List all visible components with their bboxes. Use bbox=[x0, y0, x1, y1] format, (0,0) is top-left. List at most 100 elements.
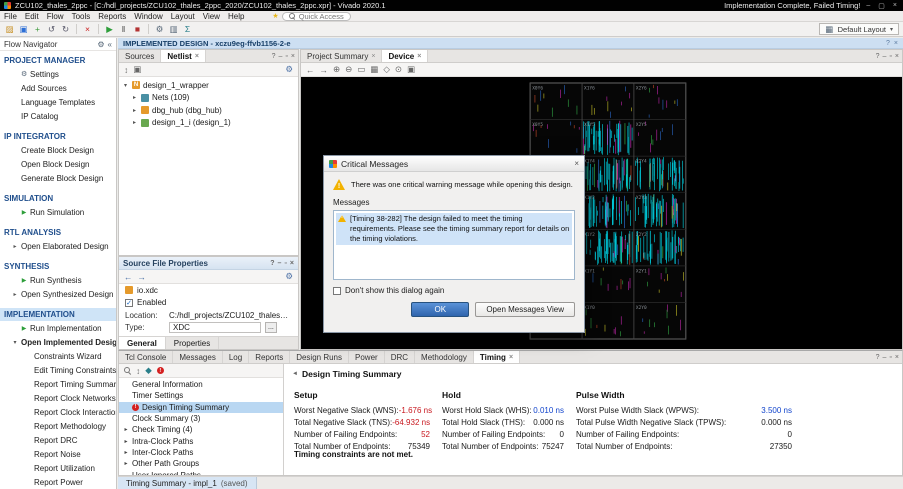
minimize-window-button[interactable]: – bbox=[864, 2, 872, 9]
timing-tree-item-clock-summary-3[interactable]: Clock Summary (3) bbox=[119, 413, 283, 424]
tab-power[interactable]: Power bbox=[349, 351, 385, 363]
flow-item-add-sources[interactable]: Add Sources bbox=[0, 81, 116, 95]
enabled-checkbox[interactable]: ✓ bbox=[125, 299, 133, 307]
close-dialog-icon[interactable]: × bbox=[574, 159, 579, 168]
collapse-pane-icon[interactable]: ◄ bbox=[292, 371, 298, 377]
menu-item-file[interactable]: File bbox=[0, 11, 21, 22]
flow-item-report-clock-interaction[interactable]: Report Clock Interaction bbox=[0, 405, 116, 419]
timing-tree-item-general-information[interactable]: General Information bbox=[119, 379, 283, 390]
float-panel-icon[interactable]: ▫ bbox=[284, 260, 286, 267]
run-icon[interactable]: ▶ bbox=[104, 24, 115, 35]
flow-item-report-power[interactable]: Report Power bbox=[0, 475, 116, 489]
timing-tree-item-user-ignored-paths[interactable]: User Ignored Paths bbox=[119, 469, 283, 475]
flow-section-header-implementation[interactable]: IMPLEMENTATION bbox=[0, 308, 116, 321]
gear-icon[interactable]: ⚙ bbox=[97, 40, 104, 49]
flow-item-report-clock-networks[interactable]: Report Clock Networks bbox=[0, 391, 116, 405]
chevron-right-icon[interactable]: ▸ bbox=[123, 438, 129, 445]
flow-item-run-implementation[interactable]: ▶Run Implementation bbox=[0, 321, 116, 335]
save-icon[interactable]: ▣ bbox=[18, 24, 29, 35]
zoom-in-icon[interactable]: ⊕ bbox=[333, 64, 340, 75]
gear-icon[interactable]: ⚙ bbox=[285, 64, 293, 75]
chevron-down-icon[interactable]: ▾ bbox=[122, 82, 129, 89]
search-icon[interactable] bbox=[124, 367, 131, 374]
back-icon[interactable]: ← bbox=[124, 272, 133, 282]
flow-item-report-noise[interactable]: Report Noise bbox=[0, 447, 116, 461]
type-browse-button[interactable]: ... bbox=[265, 322, 277, 333]
help-icon[interactable]: ? bbox=[876, 354, 880, 361]
gear-icon[interactable]: ⚙ bbox=[285, 271, 293, 282]
tab-timing[interactable]: Timing× bbox=[474, 351, 520, 363]
flow-section-header-project-manager[interactable]: PROJECT MANAGER bbox=[0, 54, 116, 67]
timing-stat-value[interactable]: 0.010 ns bbox=[533, 406, 576, 415]
quick-access-search[interactable]: Quick Access bbox=[282, 12, 351, 21]
routing-icon[interactable]: ▣ bbox=[407, 64, 415, 75]
close-panel-icon[interactable]: × bbox=[895, 354, 899, 361]
tab-device[interactable]: Device× bbox=[382, 50, 428, 62]
tree-item-design-1-i-design-1[interactable]: ▸design_1_i (design_1) bbox=[119, 117, 298, 130]
expand-collapse-icon[interactable]: ↕ bbox=[124, 65, 128, 75]
menu-item-tools[interactable]: Tools bbox=[68, 11, 95, 22]
zoom-fit-icon[interactable]: ▭ bbox=[357, 64, 365, 75]
tab-design-runs[interactable]: Design Runs bbox=[290, 351, 349, 363]
close-panel-icon[interactable]: × bbox=[895, 53, 899, 60]
flow-section-header-simulation[interactable]: SIMULATION bbox=[0, 192, 116, 205]
sigma-icon[interactable]: Σ bbox=[182, 24, 193, 35]
menu-item-window[interactable]: Window bbox=[130, 11, 166, 22]
timing-stat-value[interactable]: 3.500 ns bbox=[761, 406, 804, 415]
forward-icon[interactable]: → bbox=[138, 272, 147, 282]
timing-stat-value[interactable]: -64.932 ns bbox=[392, 418, 442, 427]
open-folder-icon[interactable]: ▨ bbox=[4, 24, 15, 35]
help-icon[interactable]: ? bbox=[270, 260, 274, 267]
properties-tab-properties[interactable]: Properties bbox=[166, 337, 219, 349]
collapse-sidebar-icon[interactable]: « bbox=[108, 40, 112, 49]
chevron-right-icon[interactable]: ▸ bbox=[123, 460, 129, 467]
flow-item-edit-timing-constraints[interactable]: Edit Timing Constraints bbox=[0, 363, 116, 377]
tab-messages[interactable]: Messages bbox=[173, 351, 222, 363]
minimize-panel-icon[interactable]: – bbox=[279, 53, 283, 60]
close-tab-icon[interactable]: × bbox=[417, 53, 421, 60]
tab-log[interactable]: Log bbox=[223, 351, 249, 363]
flow-item-settings[interactable]: ⚙Settings bbox=[0, 67, 116, 81]
tree-item-nets-109[interactable]: ▸Nets (109) bbox=[119, 92, 298, 105]
tab-methodology[interactable]: Methodology bbox=[415, 351, 474, 363]
flow-item-open-synthesized-design[interactable]: ▸Open Synthesized Design bbox=[0, 287, 116, 301]
tab-sources[interactable]: Sources bbox=[119, 50, 161, 62]
pause-icon[interactable]: ‖ bbox=[118, 24, 129, 35]
tab-drc[interactable]: DRC bbox=[385, 351, 415, 363]
chevron-right-icon[interactable]: ▸ bbox=[123, 449, 129, 456]
minimize-panel-icon[interactable]: – bbox=[883, 354, 887, 361]
messages-list[interactable]: ! [Timing 38-282] The design failed to m… bbox=[333, 210, 575, 280]
minimize-panel-icon[interactable]: – bbox=[883, 53, 887, 60]
flow-item-constraints-wizard[interactable]: Constraints Wizard bbox=[0, 349, 116, 363]
filter-icon[interactable]: ◆ bbox=[145, 365, 152, 376]
dont-show-checkbox[interactable] bbox=[333, 287, 341, 295]
help-icon[interactable]: ? bbox=[886, 40, 890, 47]
menu-item-flow[interactable]: Flow bbox=[43, 11, 68, 22]
menu-item-layout[interactable]: Layout bbox=[167, 11, 199, 22]
redo-icon[interactable]: ↻ bbox=[60, 24, 71, 35]
autofit-icon[interactable]: ⊙ bbox=[395, 64, 402, 75]
zoom-out-icon[interactable]: ⊖ bbox=[345, 64, 352, 75]
expand-collapse-icon[interactable]: ↕ bbox=[136, 366, 140, 376]
timing-tree-item-intra-clock-paths[interactable]: ▸Intra-Clock Paths bbox=[119, 435, 283, 446]
flow-item-create-block-design[interactable]: Create Block Design bbox=[0, 143, 116, 157]
flow-item-run-synthesis[interactable]: ▶Run Synthesis bbox=[0, 273, 116, 287]
flow-item-report-drc[interactable]: Report DRC bbox=[0, 433, 116, 447]
tab-reports[interactable]: Reports bbox=[249, 351, 290, 363]
dialog-titlebar[interactable]: Critical Messages × bbox=[324, 156, 584, 172]
timing-tree-item-inter-clock-paths[interactable]: ▸Inter-Clock Paths bbox=[119, 447, 283, 458]
close-tab-icon[interactable]: × bbox=[509, 354, 513, 361]
flow-item-language-templates[interactable]: Language Templates bbox=[0, 95, 116, 109]
chevron-right-icon[interactable]: ▸ bbox=[131, 94, 138, 101]
stop-icon[interactable]: ■ bbox=[132, 24, 143, 35]
minimize-panel-icon[interactable]: – bbox=[278, 260, 282, 267]
menu-item-edit[interactable]: Edit bbox=[21, 11, 43, 22]
tab-project-summary[interactable]: Project Summary× bbox=[301, 50, 382, 62]
float-panel-icon[interactable]: ▫ bbox=[889, 354, 891, 361]
flow-item-report-utilization[interactable]: Report Utilization bbox=[0, 461, 116, 475]
tab-netlist[interactable]: Netlist× bbox=[161, 50, 206, 62]
close-panel-icon[interactable]: × bbox=[291, 53, 295, 60]
menu-item-view[interactable]: View bbox=[199, 11, 224, 22]
close-tab-icon[interactable]: × bbox=[195, 53, 199, 60]
timing-stat-value[interactable]: 52 bbox=[421, 430, 442, 439]
